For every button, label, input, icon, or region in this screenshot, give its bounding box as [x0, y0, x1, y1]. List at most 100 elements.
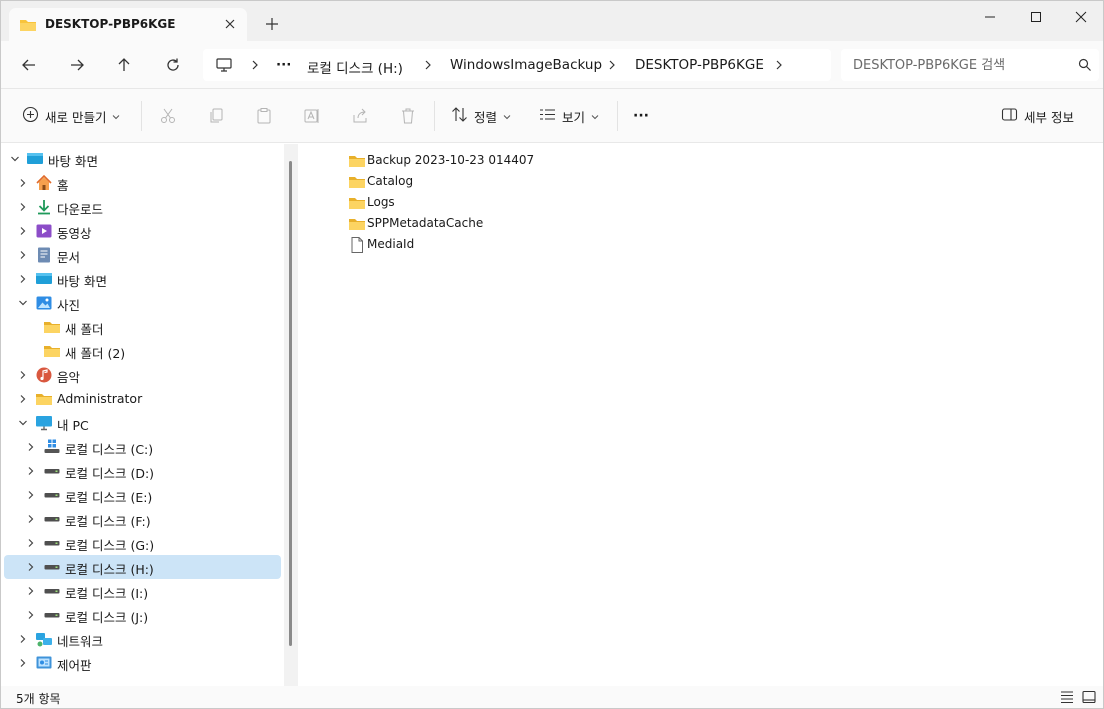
details-view-icon[interactable] — [1059, 690, 1075, 704]
nav-item[interactable]: 제어판 — [4, 651, 281, 675]
file-list-item[interactable]: Backup 2023-10-23 014407 — [348, 149, 534, 170]
music-icon — [35, 366, 53, 384]
nav-item[interactable]: 내 PC — [4, 411, 281, 435]
control-panel-icon — [35, 654, 53, 672]
chevron-right-icon[interactable] — [25, 465, 37, 477]
details-pane-button[interactable]: 세부 정보 — [1001, 104, 1074, 128]
nav-item[interactable]: 로컬 디스크 (G:) — [4, 531, 281, 555]
nav-item[interactable]: 다운로드 — [4, 195, 281, 219]
nav-item[interactable]: Administrator — [4, 387, 281, 411]
chevron-down-icon[interactable] — [17, 297, 29, 309]
forward-icon[interactable] — [65, 53, 89, 77]
home-icon — [35, 174, 53, 192]
file-list-item[interactable]: SPPMetadataCache — [348, 212, 483, 233]
nav-item[interactable]: 로컬 디스크 (J:) — [4, 603, 281, 627]
copy-icon[interactable] — [207, 104, 225, 128]
chevron-right-icon[interactable] — [17, 249, 29, 261]
desktop-icon — [35, 270, 53, 288]
chevron-right-icon[interactable] — [25, 489, 37, 501]
search-icon[interactable] — [1078, 58, 1092, 75]
nav-item[interactable]: 로컬 디스크 (F:) — [4, 507, 281, 531]
chevron-right-icon[interactable] — [606, 57, 618, 73]
chevron-down-icon[interactable] — [9, 153, 21, 165]
nav-item-label: 로컬 디스크 (D:) — [65, 466, 155, 481]
nav-item[interactable]: 홈 — [4, 171, 281, 195]
chevron-down-icon — [503, 109, 511, 124]
cut-icon[interactable] — [159, 104, 177, 128]
chevron-right-icon[interactable] — [17, 393, 29, 405]
nav-item[interactable]: 로컬 디스크 (H:) — [4, 555, 281, 579]
chevron-right-icon[interactable] — [17, 177, 29, 189]
chevron-right-icon[interactable] — [25, 561, 37, 573]
chevron-right-icon[interactable] — [17, 225, 29, 237]
maximize-icon[interactable] — [1013, 1, 1059, 33]
chevron-right-icon[interactable] — [422, 57, 434, 73]
file-list-item[interactable]: MediaId — [348, 233, 414, 254]
nav-item[interactable]: 문서 — [4, 243, 281, 267]
nav-item[interactable]: 로컬 디스크 (C:) — [4, 435, 281, 459]
nav-scrollbar[interactable] — [289, 161, 292, 646]
nav-item[interactable]: 동영상 — [4, 219, 281, 243]
breadcrumb-segment[interactable]: WindowsImageBackup — [450, 57, 602, 73]
nav-item[interactable]: 새 폴더 — [4, 315, 281, 339]
breadcrumb-segment[interactable]: DESKTOP-PBP6KGE — [635, 57, 764, 73]
chevron-right-icon[interactable] — [25, 513, 37, 525]
nav-item[interactable]: 바탕 화면 — [4, 267, 281, 291]
large-icons-view-icon[interactable] — [1081, 690, 1097, 704]
folder-icon — [19, 17, 37, 36]
folder-icon — [348, 215, 365, 231]
chevron-right-icon[interactable] — [17, 657, 29, 669]
chevron-right-icon[interactable] — [25, 585, 37, 597]
chevron-right-icon[interactable] — [25, 441, 37, 453]
search-box[interactable] — [841, 49, 1099, 81]
share-icon[interactable] — [351, 104, 369, 128]
file-name: Logs — [367, 194, 395, 209]
nav-item[interactable]: 바탕 화면 — [4, 147, 281, 171]
plus-icon[interactable] — [263, 15, 281, 33]
chevron-right-icon[interactable] — [17, 273, 29, 285]
breadcrumb-overflow[interactable]: ··· — [276, 57, 291, 73]
drive-icon — [43, 510, 61, 528]
nav-item[interactable]: 음악 — [4, 363, 281, 387]
video-icon — [35, 222, 53, 240]
paste-icon[interactable] — [255, 104, 273, 128]
chevron-right-icon[interactable] — [25, 537, 37, 549]
more-options-button[interactable]: ··· — [633, 104, 649, 128]
nav-item[interactable]: 로컬 디스크 (I:) — [4, 579, 281, 603]
nav-item[interactable]: 사진 — [4, 291, 281, 315]
address-bar[interactable]: ··· 로컬 디스크 (H:) WindowsImageBackup DESKT… — [203, 49, 831, 81]
delete-icon[interactable] — [399, 104, 417, 128]
view-list-icon — [539, 106, 556, 126]
nav-item[interactable]: 로컬 디스크 (D:) — [4, 459, 281, 483]
chevron-right-icon[interactable] — [25, 609, 37, 621]
folder-icon — [348, 194, 365, 210]
view-button[interactable]: 보기 — [539, 104, 599, 128]
nav-item[interactable]: 새 폴더 (2) — [4, 339, 281, 363]
refresh-icon[interactable] — [161, 53, 185, 77]
chevron-right-icon[interactable] — [17, 369, 29, 381]
tab-current[interactable]: DESKTOP-PBP6KGE — [9, 8, 247, 41]
search-input[interactable] — [853, 55, 1073, 75]
drive-icon — [43, 534, 61, 552]
chevron-right-icon[interactable] — [17, 633, 29, 645]
close-icon[interactable] — [1058, 1, 1103, 33]
back-icon[interactable] — [17, 53, 41, 77]
breadcrumb-segment[interactable]: 로컬 디스크 (H:) — [307, 57, 403, 77]
up-icon[interactable] — [112, 53, 136, 77]
new-button[interactable]: 새로 만들기 — [22, 104, 120, 128]
chevron-right-icon[interactable] — [773, 57, 785, 73]
minimize-icon[interactable] — [967, 1, 1013, 33]
chevron-right-icon[interactable] — [17, 201, 29, 213]
drive-icon — [43, 582, 61, 600]
file-name: Catalog — [367, 173, 414, 188]
sort-button[interactable]: 정렬 — [451, 104, 511, 128]
file-list-item[interactable]: Logs — [348, 191, 395, 212]
nav-item[interactable]: 로컬 디스크 (E:) — [4, 483, 281, 507]
close-icon[interactable] — [221, 15, 239, 33]
file-list-item[interactable]: Catalog — [348, 170, 413, 191]
item-count: 5개 항목 — [16, 692, 61, 706]
chevron-down-icon[interactable] — [17, 417, 29, 429]
chevron-right-icon[interactable] — [249, 57, 261, 73]
nav-item[interactable]: 네트워크 — [4, 627, 281, 651]
rename-icon[interactable] — [303, 104, 321, 128]
